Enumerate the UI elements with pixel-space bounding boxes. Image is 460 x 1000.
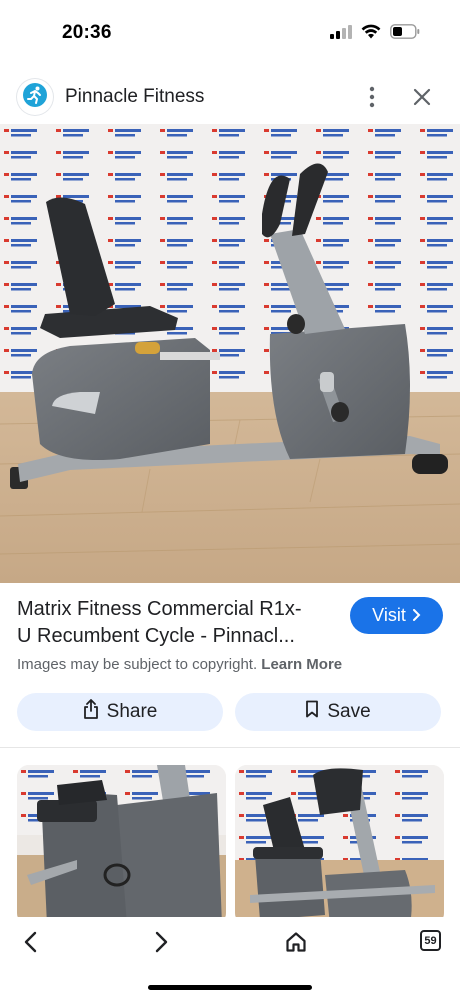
save-button[interactable]: Save xyxy=(235,693,441,731)
result-title-line1[interactable]: Matrix Fitness Commercial R1x- xyxy=(17,596,347,623)
forward-icon[interactable] xyxy=(148,928,176,956)
status-icons xyxy=(330,24,420,44)
main-image[interactable] xyxy=(0,124,460,583)
tab-switcher-button[interactable]: 59 xyxy=(420,930,441,951)
divider xyxy=(0,747,460,748)
related-image-1[interactable] xyxy=(17,765,226,925)
copyright-text: Images may be subject to copyright. xyxy=(17,656,258,673)
wifi-icon xyxy=(361,24,381,44)
runner-icon xyxy=(22,82,48,113)
save-label: Save xyxy=(327,701,371,722)
signal-icon xyxy=(330,24,352,44)
result-title-line2[interactable]: U Recumbent Cycle - Pinnacl... xyxy=(17,623,347,650)
tab-count: 59 xyxy=(424,934,437,947)
back-icon[interactable] xyxy=(16,928,44,956)
site-name[interactable]: Pinnacle Fitness xyxy=(65,86,204,108)
share-icon xyxy=(83,699,99,725)
close-icon[interactable] xyxy=(410,85,434,109)
chevron-right-icon xyxy=(412,605,421,626)
share-label: Share xyxy=(106,701,158,722)
visit-label: Visit xyxy=(372,605,406,625)
status-bar: 20:36 xyxy=(0,0,460,66)
site-header: Pinnacle Fitness xyxy=(0,72,460,122)
site-logo[interactable] xyxy=(17,79,53,115)
visit-button[interactable]: Visit xyxy=(350,597,443,634)
bookmark-icon xyxy=(305,700,319,724)
share-button[interactable]: Share xyxy=(17,693,223,731)
copyright-notice: Images may be subject to copyright. Lear… xyxy=(17,656,342,673)
more-options-icon[interactable] xyxy=(360,84,384,110)
home-icon[interactable] xyxy=(282,928,310,956)
bottom-nav: 59 xyxy=(0,917,460,1000)
battery-icon xyxy=(390,24,420,44)
result-title[interactable]: Matrix Fitness Commercial R1x- U Recumbe… xyxy=(17,596,347,650)
home-indicator xyxy=(148,985,312,990)
learn-more-link[interactable]: Learn More xyxy=(261,656,342,673)
related-image-2[interactable] xyxy=(235,765,444,925)
status-time: 20:36 xyxy=(62,22,112,43)
